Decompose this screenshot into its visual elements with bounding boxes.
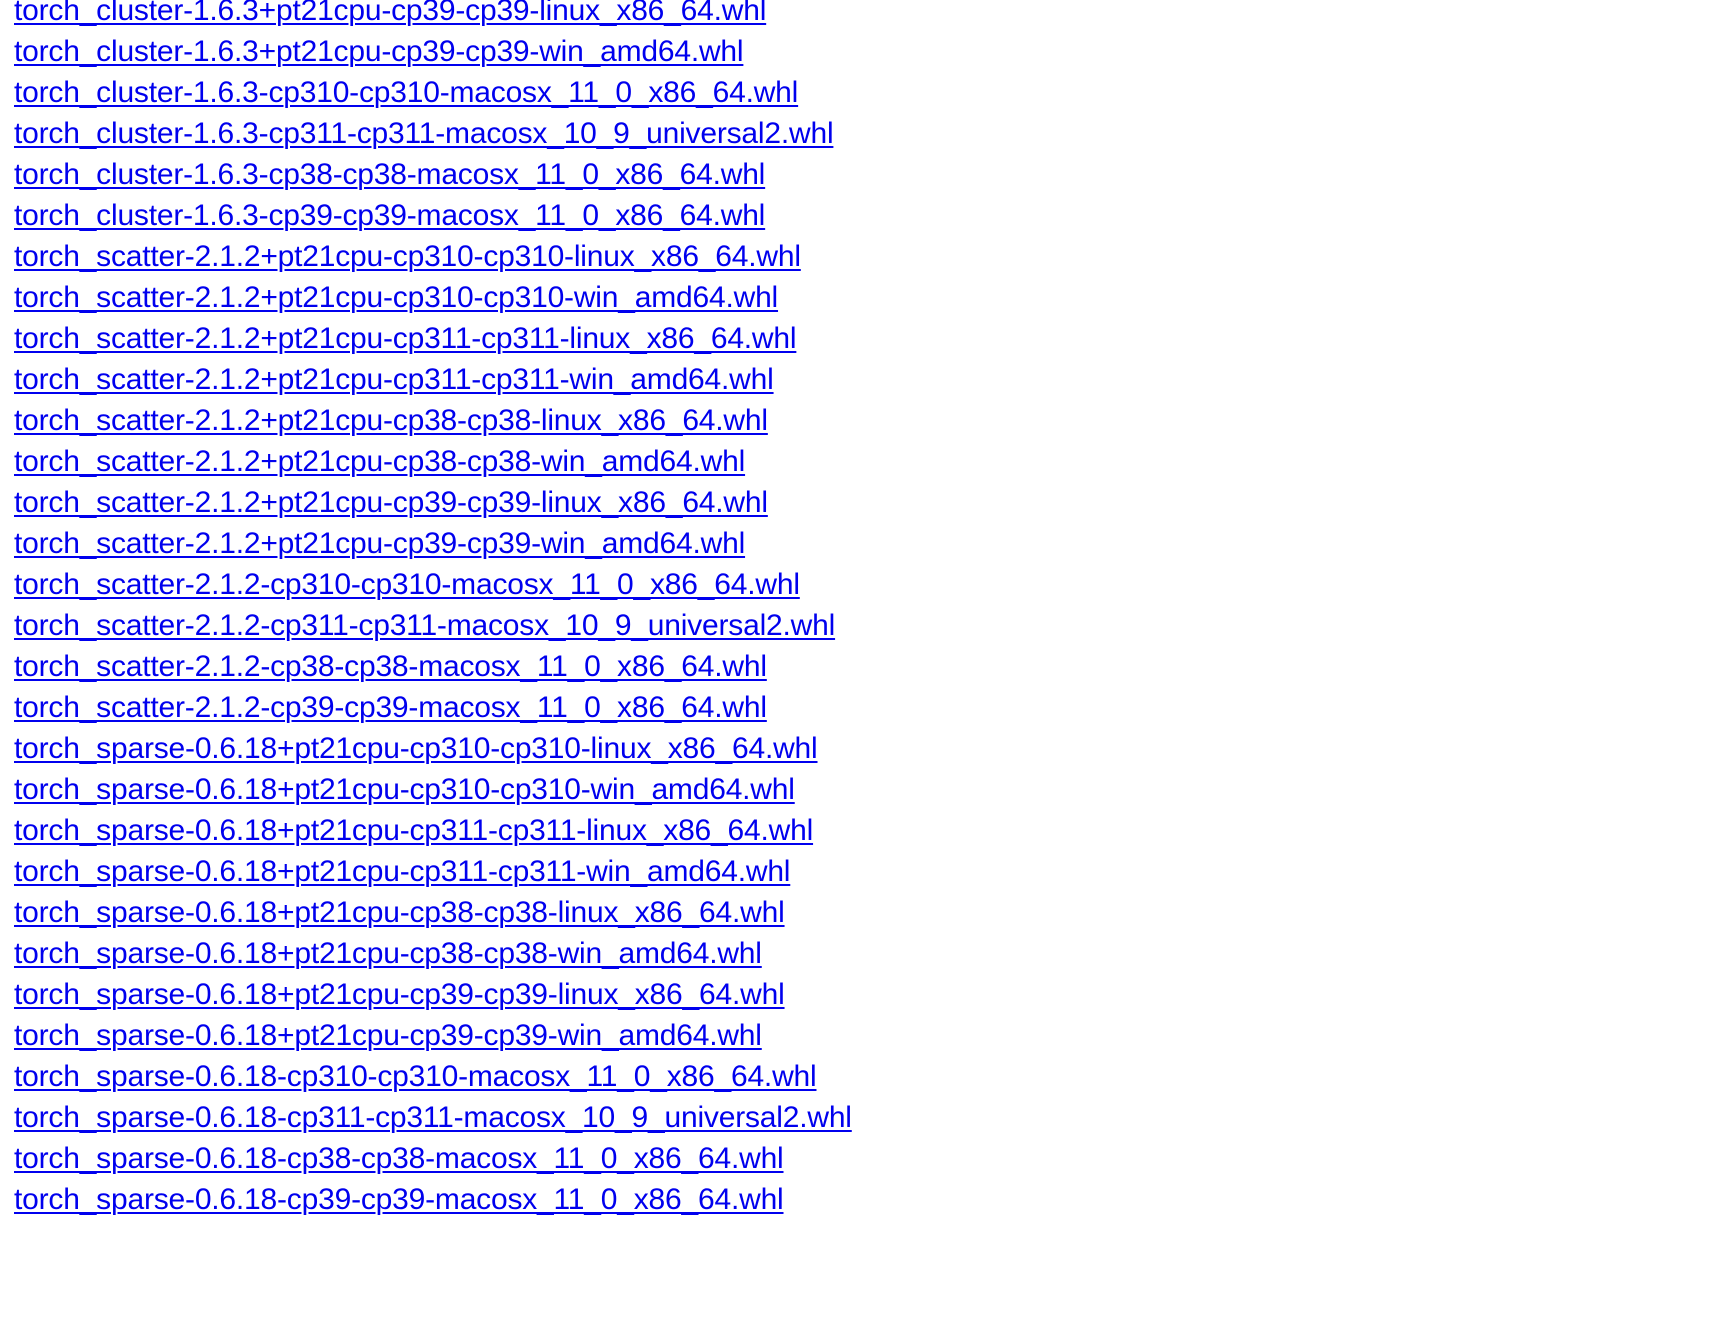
- wheel-index-listing: torch_cluster-1.6.3+pt21cpu-cp39-cp39-li…: [14, 0, 1714, 1220]
- wheel-file-link[interactable]: torch_sparse-0.6.18-cp311-cp311-macosx_1…: [14, 1097, 852, 1138]
- wheel-file-link[interactable]: torch_scatter-2.1.2-cp311-cp311-macosx_1…: [14, 605, 835, 646]
- wheel-file-link[interactable]: torch_scatter-2.1.2+pt21cpu-cp310-cp310-…: [14, 236, 801, 277]
- wheel-file-link[interactable]: torch_sparse-0.6.18-cp39-cp39-macosx_11_…: [14, 1179, 784, 1220]
- wheel-file-link[interactable]: torch_cluster-1.6.3-cp311-cp311-macosx_1…: [14, 113, 834, 154]
- wheel-file-link[interactable]: torch_scatter-2.1.2+pt21cpu-cp311-cp311-…: [14, 359, 774, 400]
- wheel-file-link[interactable]: torch_cluster-1.6.3-cp310-cp310-macosx_1…: [14, 72, 798, 113]
- wheel-file-link[interactable]: torch_scatter-2.1.2-cp310-cp310-macosx_1…: [14, 564, 800, 605]
- wheel-file-link[interactable]: torch_scatter-2.1.2+pt21cpu-cp38-cp38-li…: [14, 400, 768, 441]
- wheel-file-link[interactable]: torch_sparse-0.6.18+pt21cpu-cp311-cp311-…: [14, 810, 813, 851]
- wheel-file-link[interactable]: torch_sparse-0.6.18+pt21cpu-cp310-cp310-…: [14, 728, 818, 769]
- wheel-file-link[interactable]: torch_scatter-2.1.2+pt21cpu-cp39-cp39-wi…: [14, 523, 745, 564]
- wheel-file-link[interactable]: torch_sparse-0.6.18+pt21cpu-cp39-cp39-wi…: [14, 1015, 762, 1056]
- wheel-file-link[interactable]: torch_cluster-1.6.3+pt21cpu-cp39-cp39-li…: [14, 0, 766, 31]
- wheel-file-link[interactable]: torch_sparse-0.6.18+pt21cpu-cp38-cp38-wi…: [14, 933, 762, 974]
- wheel-file-link[interactable]: torch_sparse-0.6.18+pt21cpu-cp310-cp310-…: [14, 769, 795, 810]
- wheel-file-link[interactable]: torch_sparse-0.6.18+pt21cpu-cp39-cp39-li…: [14, 974, 785, 1015]
- wheel-file-link[interactable]: torch_sparse-0.6.18+pt21cpu-cp311-cp311-…: [14, 851, 790, 892]
- wheel-file-link[interactable]: torch_cluster-1.6.3+pt21cpu-cp39-cp39-wi…: [14, 31, 744, 72]
- wheel-file-link[interactable]: torch_scatter-2.1.2+pt21cpu-cp311-cp311-…: [14, 318, 797, 359]
- wheel-file-link[interactable]: torch_scatter-2.1.2+pt21cpu-cp310-cp310-…: [14, 277, 778, 318]
- wheel-file-link[interactable]: torch_cluster-1.6.3-cp38-cp38-macosx_11_…: [14, 154, 765, 195]
- wheel-file-link[interactable]: torch_sparse-0.6.18-cp38-cp38-macosx_11_…: [14, 1138, 784, 1179]
- wheel-file-link[interactable]: torch_cluster-1.6.3-cp39-cp39-macosx_11_…: [14, 195, 765, 236]
- wheel-file-link[interactable]: torch_sparse-0.6.18-cp310-cp310-macosx_1…: [14, 1056, 817, 1097]
- wheel-file-link[interactable]: torch_scatter-2.1.2-cp38-cp38-macosx_11_…: [14, 646, 767, 687]
- wheel-file-link[interactable]: torch_scatter-2.1.2+pt21cpu-cp39-cp39-li…: [14, 482, 768, 523]
- wheel-file-link[interactable]: torch_scatter-2.1.2-cp39-cp39-macosx_11_…: [14, 687, 767, 728]
- wheel-file-link[interactable]: torch_sparse-0.6.18+pt21cpu-cp38-cp38-li…: [14, 892, 785, 933]
- wheel-file-link[interactable]: torch_scatter-2.1.2+pt21cpu-cp38-cp38-wi…: [14, 441, 745, 482]
